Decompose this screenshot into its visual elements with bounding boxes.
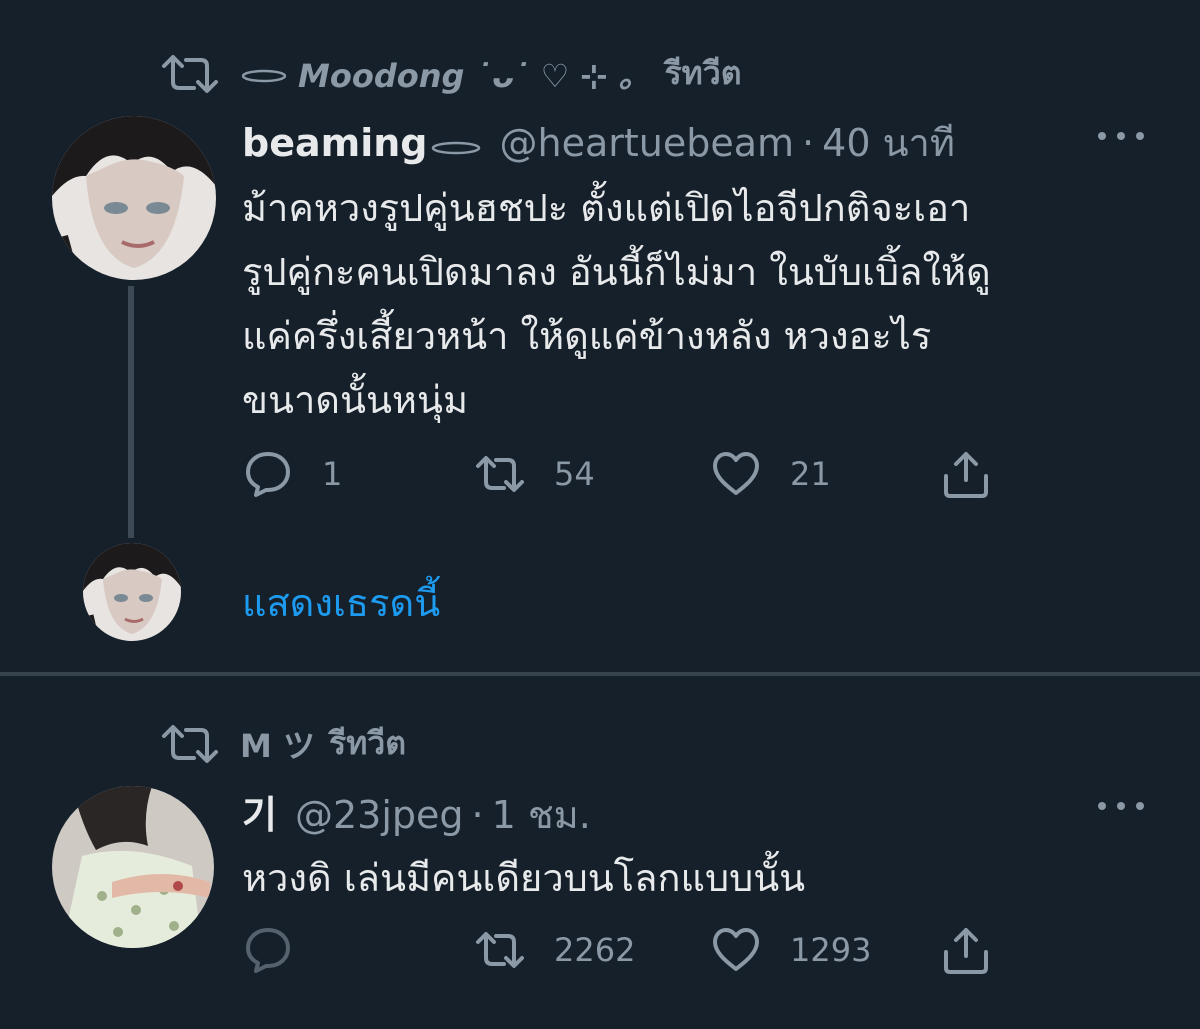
reply-count: 1	[322, 455, 343, 493]
retweet-context: Moodong ˙ᴗ˙ ♡ ⊹ 。 รีทวีต	[160, 48, 741, 99]
share-button[interactable]	[940, 448, 1020, 500]
like-button[interactable]: 21	[710, 448, 831, 500]
thread-avatar[interactable]	[83, 543, 181, 641]
tweet[interactable]: M ツ รีทวีต 기 @23jpeg · 1 ชม. หวงดิ เล่นม…	[0, 676, 1200, 1029]
tweet[interactable]: Moodong ˙ᴗ˙ ♡ ⊹ 。 รีทวีต beaming @heartu…	[0, 0, 1200, 672]
avatar[interactable]	[52, 786, 214, 948]
retweet-label: รีทวีต	[329, 724, 407, 762]
retweet-context: M ツ รีทวีต	[160, 718, 406, 769]
timestamp[interactable]: 40 นาที	[822, 112, 955, 173]
timestamp[interactable]: 1 ชม.	[492, 784, 591, 845]
halo-icon	[241, 69, 287, 82]
reply-icon	[246, 928, 290, 973]
tweet-text-line: หวงดิ เล่นมีคนเดียวบนโลกแบบนั้น	[242, 856, 806, 900]
avatar[interactable]	[52, 116, 216, 280]
tweet-text: ม้าคหวงรูปคู่นฮชปะ ตั้งแต่เปิดไอจีปกติจะ…	[242, 176, 1142, 432]
show-thread-link[interactable]: แสดงเธรดนี้	[242, 572, 440, 633]
halo-icon	[431, 141, 480, 155]
like-count: 21	[790, 455, 831, 493]
tweet-text-line: ม้าคหวงรูปคู่นฮชปะ ตั้งแต่เปิดไอจีปกติจะ…	[242, 186, 971, 230]
share-button[interactable]	[940, 924, 1020, 976]
like-button[interactable]: 1293	[710, 924, 871, 976]
tweet-actions: 2262 1293	[242, 924, 1002, 980]
display-name[interactable]: beaming	[242, 121, 428, 165]
retweet-icon	[476, 456, 524, 492]
tweet-text-line: แค่ครึ่งเสี้ยวหน้า ให้ดูแค่ข้างหลัง หวงอ…	[242, 314, 932, 358]
retweet-count: 2262	[554, 931, 636, 969]
reply-button[interactable]	[242, 924, 322, 976]
retweet-icon	[162, 724, 218, 763]
tweet-header: 기 @23jpeg · 1 ชม.	[242, 784, 591, 845]
thread-line	[128, 286, 134, 538]
retweet-icon	[476, 932, 524, 968]
reply-icon	[246, 452, 290, 497]
share-icon	[944, 452, 988, 498]
retweet-button[interactable]: 2262	[474, 924, 635, 976]
heart-icon	[713, 452, 759, 495]
retweeter-name[interactable]: Moodong ˙ᴗ˙ ♡ ⊹ 。	[298, 51, 650, 97]
more-icon[interactable]	[1098, 796, 1144, 816]
retweeter-name[interactable]: M ツ	[240, 721, 315, 767]
reply-button[interactable]: 1	[242, 448, 342, 500]
handle[interactable]: @heartuebeam	[500, 121, 795, 165]
separator: ·	[802, 121, 815, 165]
tweet-header: beaming @heartuebeam · 40 นาที	[242, 112, 955, 173]
retweet-icon	[162, 54, 218, 93]
retweet-count: 54	[554, 455, 595, 493]
like-count: 1293	[790, 931, 872, 969]
more-icon[interactable]	[1098, 126, 1144, 146]
tweet-text-line: รูปคู่กะคนเปิดมาลง อันนี้ก็ไม่มา ในบับเบ…	[242, 250, 991, 294]
display-name[interactable]: 기	[242, 784, 277, 839]
heart-icon	[713, 928, 759, 971]
retweet-button[interactable]: 54	[474, 448, 595, 500]
tweet-actions: 1 54 21	[242, 448, 1002, 504]
share-icon	[944, 928, 988, 974]
retweet-label: รีทวีต	[664, 54, 742, 92]
tweet-text-line: ขนาดนั้นหนุ่ม	[242, 378, 468, 422]
separator: ·	[471, 793, 484, 837]
timeline: Moodong ˙ᴗ˙ ♡ ⊹ 。 รีทวีต beaming @heartu…	[0, 0, 1200, 1029]
tweet-text: หวงดิ เล่นมีคนเดียวบนโลกแบบนั้น	[242, 846, 1142, 910]
handle[interactable]: @23jpeg	[295, 793, 464, 837]
